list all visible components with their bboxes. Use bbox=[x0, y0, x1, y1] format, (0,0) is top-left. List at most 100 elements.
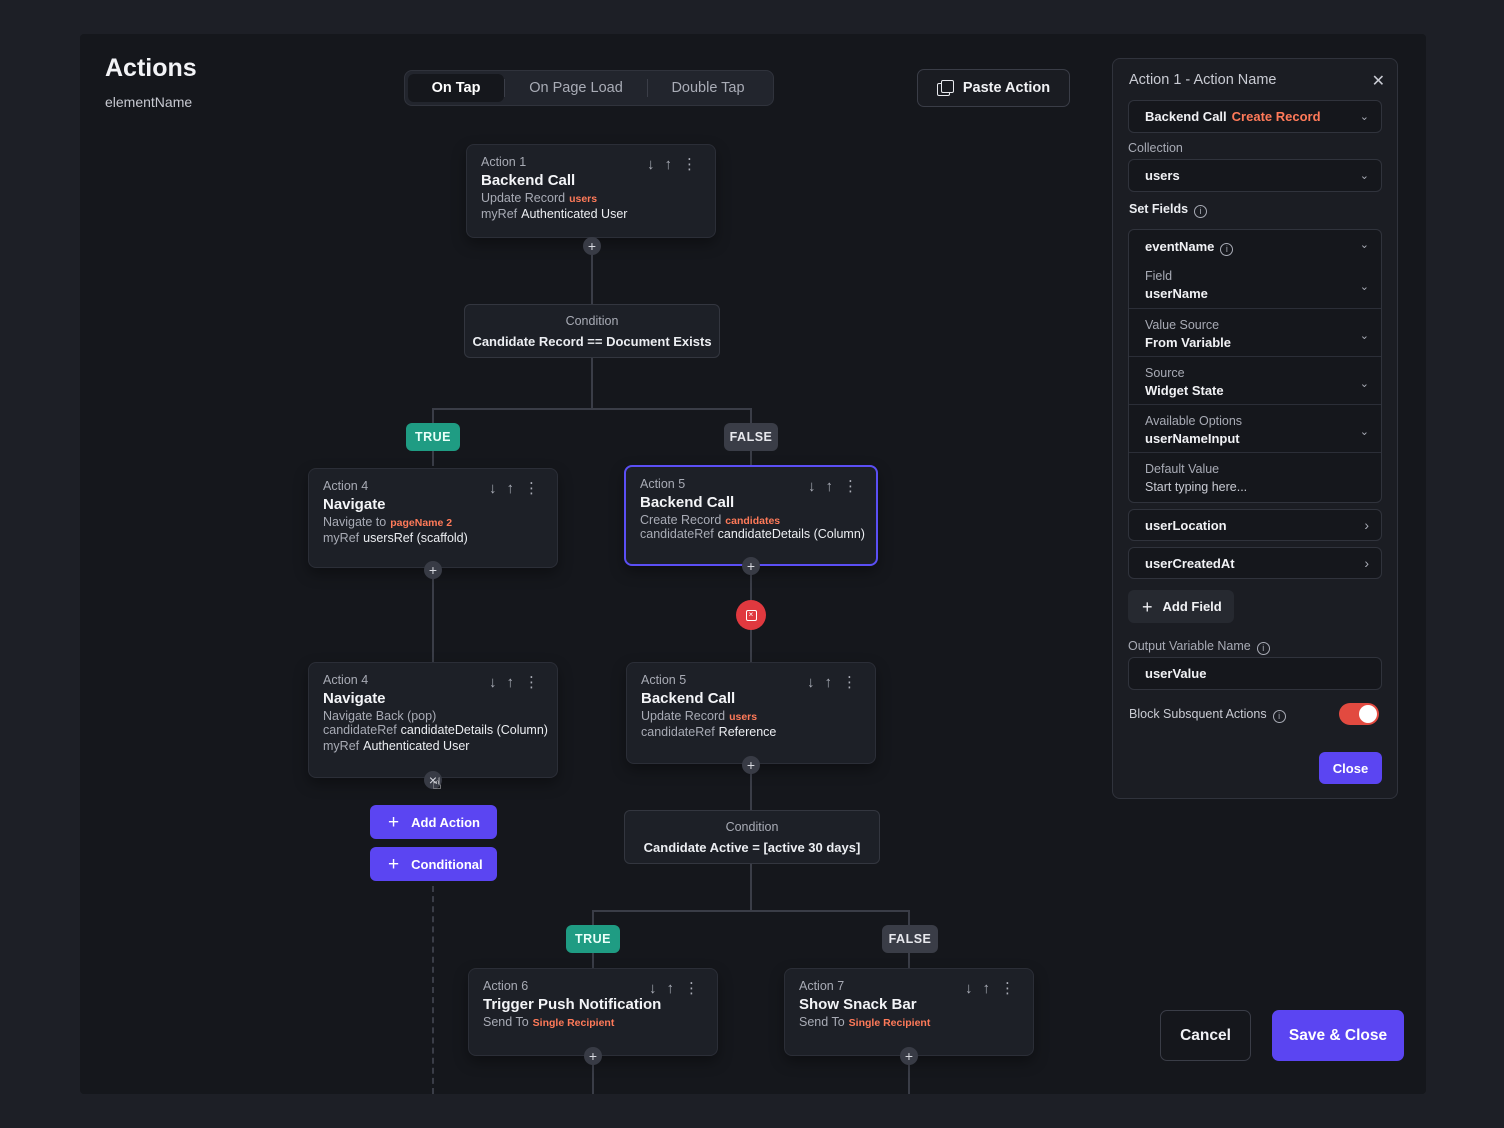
more-vertical-icon[interactable]: ⋮ bbox=[524, 675, 539, 690]
arrow-down-icon[interactable]: ↓ bbox=[489, 481, 497, 496]
field-group-header[interactable]: eventName i ⌄ bbox=[1129, 230, 1381, 260]
field-usercreatedat[interactable]: userCreatedAt › bbox=[1128, 547, 1382, 579]
paste-action-button[interactable]: Paste Action bbox=[917, 69, 1070, 107]
action-card-4[interactable]: Action 4 Navigate Navigate to pageName 2 … bbox=[308, 468, 558, 568]
action-card-1[interactable]: Action 1 Backend Call Update Record users… bbox=[466, 144, 716, 238]
more-vertical-icon[interactable]: ⋮ bbox=[842, 675, 857, 690]
connector-line bbox=[750, 862, 752, 912]
tab-double-tap[interactable]: Double Tap bbox=[648, 74, 768, 102]
action-name: Navigate bbox=[323, 496, 386, 513]
action-card-5-selected[interactable]: Action 5 Backend Call Create Record candi… bbox=[624, 465, 878, 566]
connector-line bbox=[592, 910, 910, 912]
plus-icon: + bbox=[388, 811, 400, 833]
condition-card-2[interactable]: Condition Candidate Active = [active 30 … bbox=[624, 810, 880, 864]
chevron-down-icon: ⌄ bbox=[1359, 281, 1369, 293]
action-card-4-back[interactable]: Action 4 Navigate Navigate Back (pop) ca… bbox=[308, 662, 558, 778]
action-ref: myRef Authenticated User bbox=[481, 207, 701, 221]
tab-on-tap[interactable]: On Tap bbox=[408, 74, 504, 102]
arrow-up-icon[interactable]: ↑ bbox=[507, 675, 515, 690]
arrow-down-icon[interactable]: ↓ bbox=[647, 157, 655, 172]
collection-label: Collection bbox=[1128, 141, 1183, 155]
action-card-7[interactable]: Action 7 Show Snack Bar Send To Single Re… bbox=[784, 968, 1034, 1056]
true-branch-badge: TRUE bbox=[406, 423, 460, 451]
field-userlocation[interactable]: userLocation › bbox=[1128, 509, 1382, 541]
action-detail: Send To Single Recipient bbox=[483, 1015, 703, 1029]
more-vertical-icon[interactable]: ⋮ bbox=[524, 481, 539, 496]
more-vertical-icon[interactable]: ⋮ bbox=[843, 479, 858, 494]
source-row[interactable]: Source Widget State ⌄ bbox=[1129, 356, 1381, 404]
collection-value: users bbox=[1145, 168, 1180, 183]
tab-on-page-load[interactable]: On Page Load bbox=[505, 74, 647, 102]
arrow-up-icon[interactable]: ↑ bbox=[825, 675, 833, 690]
detail-highlight: Single Recipient bbox=[848, 1017, 931, 1029]
plus-icon[interactable]: + bbox=[900, 1047, 918, 1065]
action-detail: Update Record users bbox=[641, 709, 861, 723]
field-name: userLocation bbox=[1145, 517, 1227, 533]
arrow-up-icon[interactable]: ↑ bbox=[983, 981, 991, 996]
arrow-up-icon[interactable]: ↑ bbox=[665, 157, 673, 172]
conditional-label: Conditional bbox=[411, 856, 483, 872]
arrow-down-icon[interactable]: ↓ bbox=[649, 981, 657, 996]
default-value-input[interactable]: Start typing here... bbox=[1145, 480, 1381, 494]
more-vertical-icon[interactable]: ⋮ bbox=[684, 981, 699, 996]
chevron-down-icon: ⌄ bbox=[1359, 426, 1369, 438]
connector-line bbox=[908, 1064, 910, 1094]
default-value-row[interactable]: Default Value Start typing here... bbox=[1129, 452, 1381, 502]
save-close-button[interactable]: Save & Close bbox=[1272, 1010, 1404, 1061]
action-detail: Send To Single Recipient bbox=[799, 1015, 1019, 1029]
false-branch-badge: FALSE bbox=[882, 925, 938, 953]
cancel-button[interactable]: Cancel bbox=[1160, 1010, 1251, 1061]
arrow-down-icon[interactable]: ↓ bbox=[489, 675, 497, 690]
close-icon[interactable]: ✕ bbox=[1372, 71, 1385, 91]
panel-close-button[interactable]: Close bbox=[1319, 752, 1382, 784]
info-icon[interactable]: i bbox=[1256, 642, 1270, 655]
info-icon[interactable]: i bbox=[1194, 205, 1208, 218]
collection-select[interactable]: users ⌄ bbox=[1128, 159, 1382, 192]
arrow-up-icon[interactable]: ↑ bbox=[667, 981, 675, 996]
add-action-button[interactable]: + Add Action bbox=[370, 805, 497, 839]
conditional-button[interactable]: + Conditional bbox=[370, 847, 497, 881]
action-card-6[interactable]: Action 6 Trigger Push Notification Send … bbox=[468, 968, 718, 1056]
field-row[interactable]: Field userName ⌄ bbox=[1129, 260, 1381, 308]
action-ref: myRef Authenticated User bbox=[323, 739, 543, 753]
trigger-tabs: On Tap On Page Load Double Tap bbox=[404, 70, 774, 106]
row-key: Source bbox=[1145, 366, 1185, 380]
plus-icon[interactable]: + bbox=[742, 756, 760, 774]
action-detail: Navigate to pageName 2 bbox=[323, 515, 543, 529]
plus-icon[interactable]: + bbox=[583, 237, 601, 255]
arrow-up-icon[interactable]: ↑ bbox=[826, 479, 834, 494]
plus-icon[interactable]: + bbox=[584, 1047, 602, 1065]
info-icon[interactable]: i bbox=[1220, 243, 1234, 256]
add-action-label: Add Action bbox=[411, 814, 480, 830]
more-vertical-icon[interactable]: ⋮ bbox=[1000, 981, 1015, 996]
plus-icon[interactable]: + bbox=[742, 557, 760, 575]
more-vertical-icon[interactable]: ⋮ bbox=[682, 157, 697, 172]
detail-highlight: users bbox=[569, 193, 598, 205]
detail-text: Send To bbox=[799, 1015, 845, 1029]
action-type-select[interactable]: Backend Call Create Record ⌄ bbox=[1128, 100, 1382, 133]
add-field-button[interactable]: + Add Field bbox=[1128, 590, 1234, 623]
action-name: Backend Call bbox=[641, 690, 736, 707]
plus-icon[interactable]: + bbox=[424, 561, 442, 579]
detail-highlight: candidates bbox=[725, 515, 781, 527]
info-icon[interactable]: i bbox=[1272, 710, 1286, 723]
connector-line bbox=[591, 357, 593, 409]
available-options-row[interactable]: Available Options userNameInput ⌄ bbox=[1129, 404, 1381, 452]
condition-card-1[interactable]: Condition Candidate Record == Document E… bbox=[464, 304, 720, 358]
add-field-label: Add Field bbox=[1162, 599, 1222, 614]
detail-text: Update Record bbox=[641, 709, 726, 723]
action-name: Navigate bbox=[323, 690, 386, 707]
output-variable-input[interactable]: userValue bbox=[1128, 657, 1382, 690]
ref-key: candidateRef bbox=[641, 725, 715, 739]
connector-line bbox=[432, 570, 434, 662]
arrow-up-icon[interactable]: ↑ bbox=[507, 481, 515, 496]
ref-value: Authenticated User bbox=[521, 207, 628, 221]
error-delete-icon[interactable]: × bbox=[736, 600, 766, 630]
arrow-down-icon[interactable]: ↓ bbox=[965, 981, 973, 996]
action-type-main: Backend Call bbox=[1145, 109, 1227, 124]
value-source-row[interactable]: Value Source From Variable ⌄ bbox=[1129, 308, 1381, 356]
action-card-5[interactable]: Action 5 Backend Call Update Record users… bbox=[626, 662, 876, 764]
block-actions-toggle[interactable] bbox=[1339, 703, 1379, 725]
arrow-down-icon[interactable]: ↓ bbox=[807, 675, 815, 690]
arrow-down-icon[interactable]: ↓ bbox=[808, 479, 816, 494]
